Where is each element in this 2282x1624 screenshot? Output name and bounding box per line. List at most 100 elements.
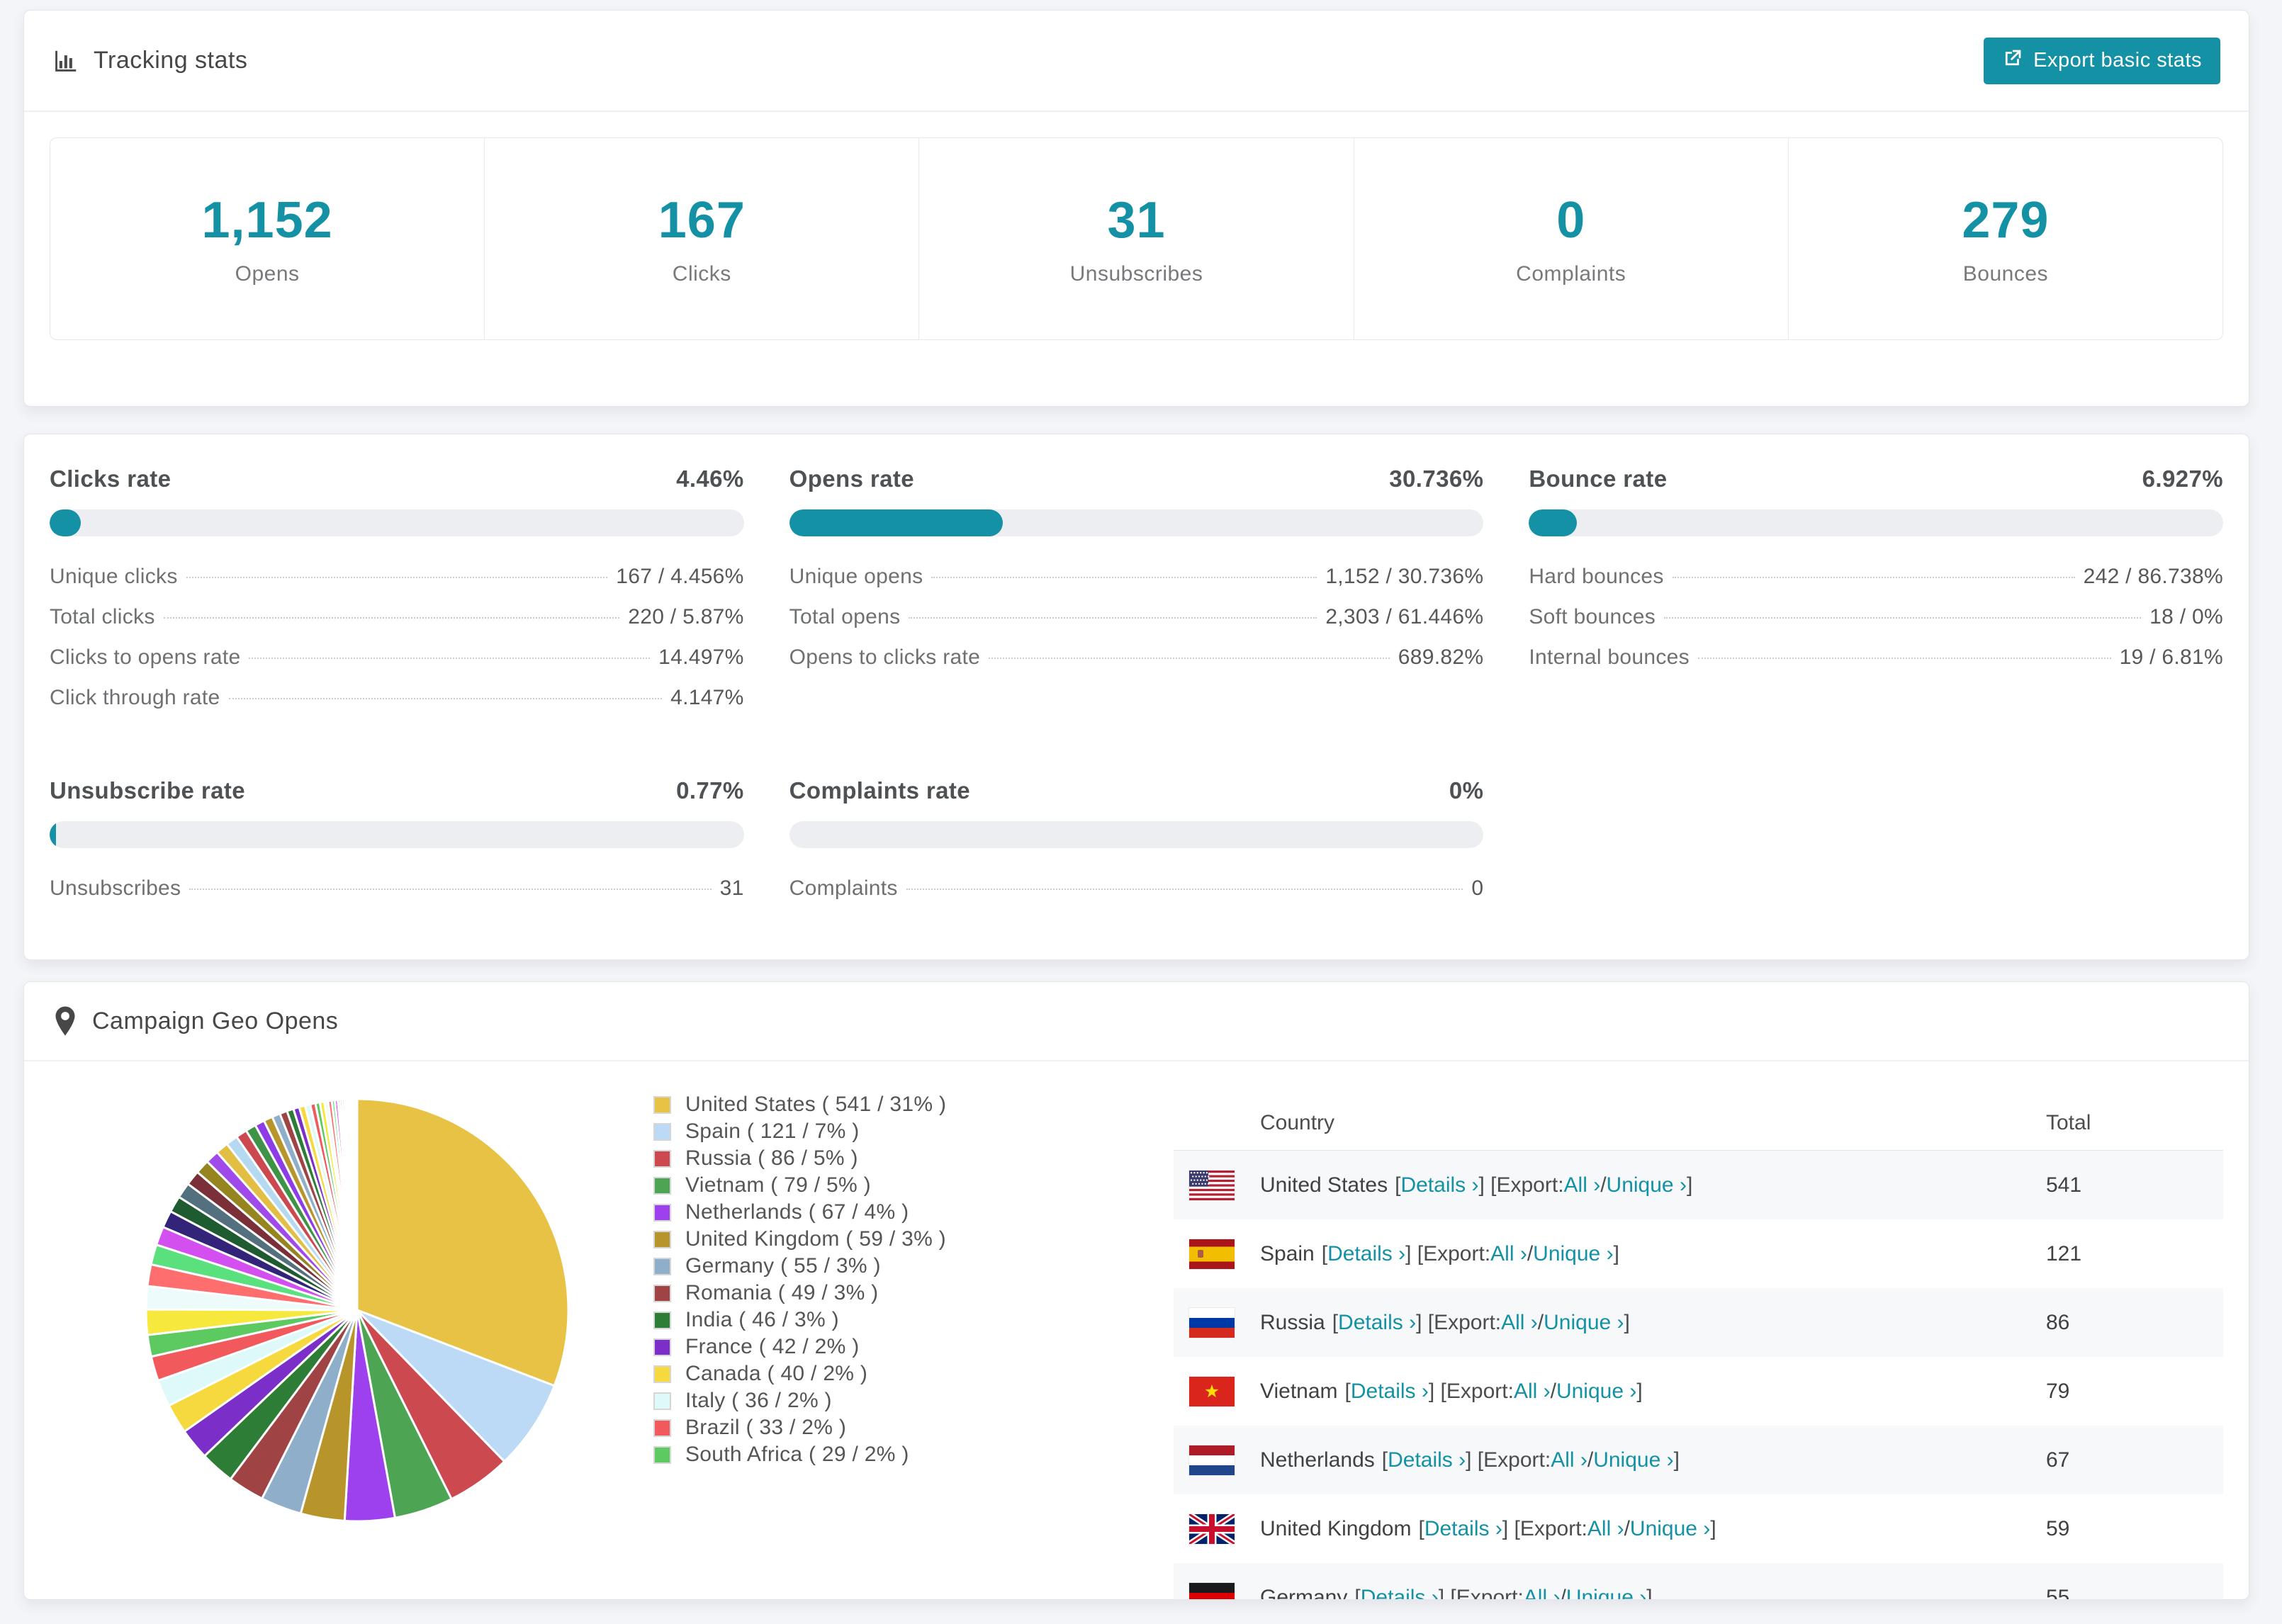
detail-label: Unique opens bbox=[789, 565, 923, 588]
legend-swatch bbox=[653, 1392, 671, 1410]
detail-row: Clicks to opens rate 14.497% bbox=[50, 645, 744, 686]
export-unique-link[interactable]: Unique › bbox=[1556, 1380, 1636, 1404]
export-unique-link[interactable]: Unique › bbox=[1533, 1242, 1613, 1266]
dotted-leader bbox=[186, 577, 608, 578]
legend-item[interactable]: Canada ( 40 / 2% ) bbox=[653, 1360, 946, 1387]
legend-swatch bbox=[653, 1338, 671, 1356]
total-cell: 79 bbox=[2046, 1379, 2070, 1403]
slash-syntax: / bbox=[1527, 1241, 1534, 1265]
details-link[interactable]: Details › bbox=[1327, 1242, 1405, 1266]
export-unique-link[interactable]: Unique › bbox=[1607, 1173, 1687, 1197]
detail-row: Unique opens 1,152 / 30.736% bbox=[789, 565, 1484, 605]
bracket-close: ] bbox=[1710, 1516, 1716, 1540]
legend-item[interactable]: France ( 42 / 2% ) bbox=[653, 1333, 946, 1360]
legend-swatch bbox=[653, 1122, 671, 1141]
country-flag-icon bbox=[1189, 1239, 1235, 1269]
details-link[interactable]: Details › bbox=[1338, 1311, 1416, 1335]
legend-swatch bbox=[653, 1445, 671, 1464]
rate-head: Bounce rate 6.927% bbox=[1529, 466, 2223, 492]
rate-value: 6.927% bbox=[2142, 466, 2223, 492]
legend-item[interactable]: Vietnam ( 79 / 5% ) bbox=[653, 1172, 946, 1199]
rate-progress-fill bbox=[50, 821, 56, 848]
table-row: Germany [Details ›] [Export: All › / Uni… bbox=[1174, 1563, 2223, 1600]
detail-label: Unique clicks bbox=[50, 565, 178, 588]
export-unique-link[interactable]: Unique › bbox=[1593, 1448, 1673, 1472]
pie-legend: United States ( 541 / 31% ) Spain ( 121 … bbox=[653, 1091, 946, 1468]
legend-item[interactable]: India ( 46 / 3% ) bbox=[653, 1307, 946, 1333]
export-unique-link[interactable]: Unique › bbox=[1630, 1517, 1710, 1541]
details-link[interactable]: Details › bbox=[1361, 1586, 1439, 1600]
country-cell: United States [Details ›] [Export: All ›… bbox=[1174, 1170, 2046, 1200]
flag-nl-icon bbox=[1189, 1445, 1235, 1475]
dotted-leader bbox=[228, 698, 663, 699]
export-unique-link[interactable]: Unique › bbox=[1544, 1311, 1624, 1335]
dotted-leader bbox=[1664, 617, 2142, 619]
stat-box: 167 Clicks bbox=[485, 138, 920, 339]
detail-value: 0 bbox=[1471, 876, 1484, 900]
detail-row: Unique clicks 167 / 4.456% bbox=[50, 565, 744, 605]
slash-syntax: / bbox=[1550, 1379, 1556, 1403]
legend-label: Russia ( 86 / 5% ) bbox=[685, 1146, 858, 1170]
rate-head: Clicks rate 4.46% bbox=[50, 466, 744, 492]
export-all-link[interactable]: All › bbox=[1551, 1448, 1587, 1472]
total-cell: 121 bbox=[2046, 1241, 2082, 1265]
detail-value: 167 / 4.456% bbox=[616, 565, 744, 588]
geo-opens-pie-chart[interactable] bbox=[137, 1090, 577, 1530]
legend-item[interactable]: Spain ( 121 / 7% ) bbox=[653, 1118, 946, 1145]
details-link[interactable]: Details › bbox=[1424, 1517, 1502, 1541]
geo-table-rows: United States [Details ›] [Export: All ›… bbox=[1174, 1151, 2223, 1600]
legend-label: South Africa ( 29 / 2% ) bbox=[685, 1443, 909, 1466]
country-name: Netherlands bbox=[1260, 1448, 1375, 1472]
legend-item[interactable]: Germany ( 55 / 3% ) bbox=[653, 1253, 946, 1280]
detail-label: Click through rate bbox=[50, 686, 220, 709]
legend-swatch bbox=[653, 1419, 671, 1437]
export-all-link[interactable]: All › bbox=[1587, 1517, 1624, 1541]
bracket-open: [ bbox=[1321, 1241, 1328, 1265]
table-row: Vietnam [Details ›] [Export: All › / Uni… bbox=[1174, 1357, 2223, 1426]
export-all-link[interactable]: All › bbox=[1564, 1173, 1601, 1197]
details-link[interactable]: Details › bbox=[1388, 1448, 1466, 1472]
detail-value: 220 / 5.87% bbox=[628, 605, 744, 628]
legend-item[interactable]: Brazil ( 33 / 2% ) bbox=[653, 1414, 946, 1441]
rate-detail-rows: Unique clicks 167 / 4.456% Total clicks … bbox=[50, 565, 744, 726]
country-cell: Germany [Details ›] [Export: All › / Uni… bbox=[1174, 1582, 2046, 1600]
stat-value: 167 bbox=[658, 192, 746, 249]
country-name: Germany bbox=[1260, 1585, 1348, 1600]
export-unique-link[interactable]: Unique › bbox=[1566, 1586, 1646, 1600]
stat-box: 279 Bounces bbox=[1789, 138, 2222, 339]
flag-vn-icon bbox=[1189, 1376, 1235, 1406]
country-cell: Vietnam [Details ›] [Export: All › / Uni… bbox=[1174, 1376, 2046, 1406]
legend-item[interactable]: Romania ( 49 / 3% ) bbox=[653, 1280, 946, 1307]
legend-item[interactable]: South Africa ( 29 / 2% ) bbox=[653, 1441, 946, 1468]
total-cell: 541 bbox=[2046, 1173, 2082, 1197]
legend-label: Spain ( 121 / 7% ) bbox=[685, 1120, 860, 1143]
rate-head: Opens rate 30.736% bbox=[789, 466, 1484, 492]
export-all-link[interactable]: All › bbox=[1524, 1586, 1561, 1600]
legend-item[interactable]: United Kingdom ( 59 / 3% ) bbox=[653, 1226, 946, 1253]
legend-label: France ( 42 / 2% ) bbox=[685, 1335, 860, 1358]
rate-block: Clicks rate 4.46% Unique clicks 167 / 4.… bbox=[50, 466, 744, 726]
legend-item[interactable]: Netherlands ( 67 / 4% ) bbox=[653, 1199, 946, 1226]
legend-swatch bbox=[653, 1203, 671, 1222]
rate-title: Complaints rate bbox=[789, 777, 971, 803]
details-link[interactable]: Details › bbox=[1400, 1173, 1478, 1197]
rate-progress-track bbox=[789, 509, 1484, 536]
export-all-link[interactable]: All › bbox=[1490, 1242, 1527, 1266]
dotted-leader bbox=[931, 577, 1317, 578]
rate-progress-fill bbox=[1529, 509, 1578, 536]
stat-box: 0 Complaints bbox=[1354, 138, 1789, 339]
rate-detail-rows: Unique opens 1,152 / 30.736% Total opens… bbox=[789, 565, 1484, 686]
rate-progress-track bbox=[50, 821, 744, 848]
export-all-link[interactable]: All › bbox=[1501, 1311, 1538, 1335]
details-link[interactable]: Details › bbox=[1351, 1380, 1429, 1404]
country-flag-icon bbox=[1189, 1307, 1235, 1338]
geo-title-row: Campaign Geo Opens bbox=[52, 1005, 338, 1037]
legend-item[interactable]: Italy ( 36 / 2% ) bbox=[653, 1387, 946, 1414]
export-basic-stats-button[interactable]: Export basic stats bbox=[1984, 37, 2220, 84]
export-all-link[interactable]: All › bbox=[1514, 1380, 1551, 1404]
legend-item[interactable]: Russia ( 86 / 5% ) bbox=[653, 1145, 946, 1172]
detail-row: Soft bounces 18 / 0% bbox=[1529, 605, 2223, 645]
detail-value: 18 / 0% bbox=[2149, 605, 2223, 628]
dotted-leader bbox=[189, 889, 712, 890]
legend-item[interactable]: United States ( 541 / 31% ) bbox=[653, 1091, 946, 1118]
